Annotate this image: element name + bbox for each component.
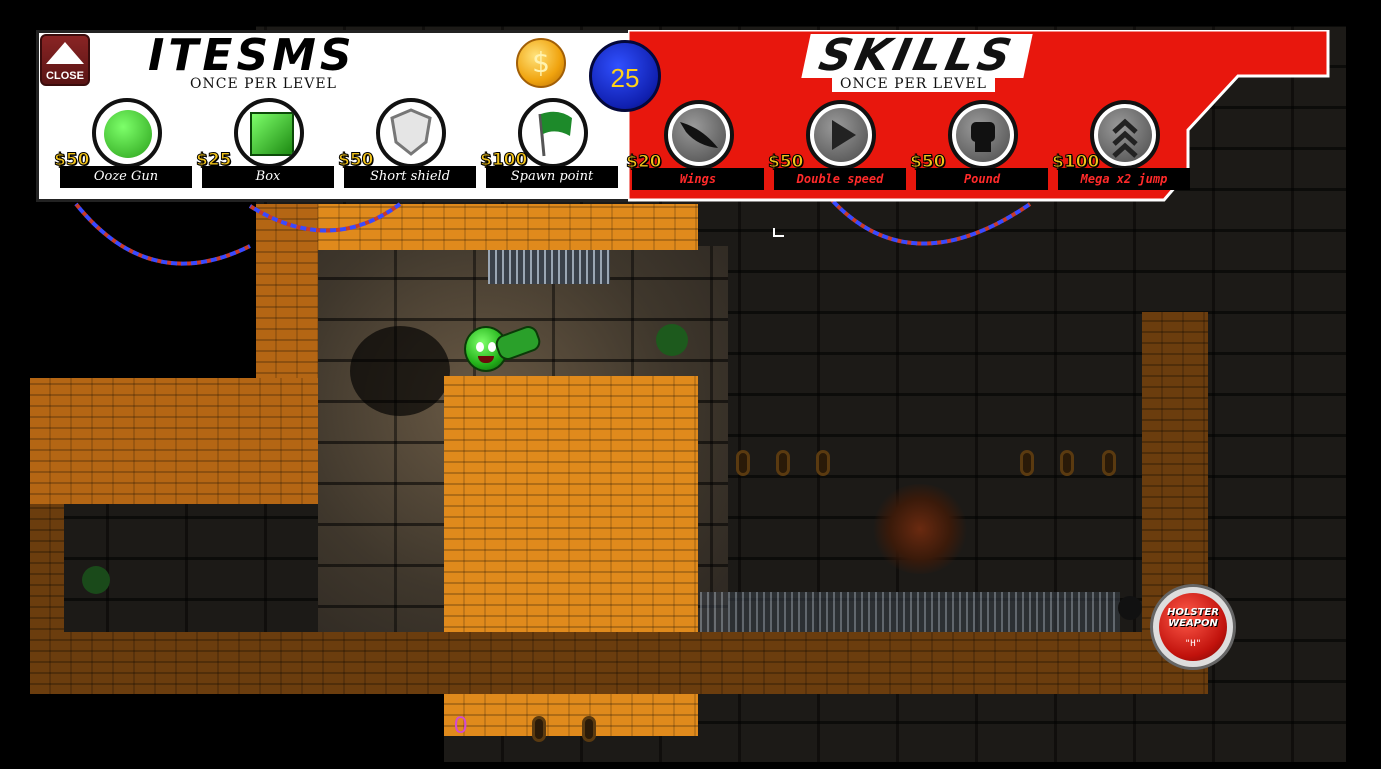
holster-label: HOLSTER WEAPON: [1167, 607, 1219, 629]
flag-icon: [518, 98, 588, 168]
coin-slot: [532, 716, 546, 742]
shop-item-short-shield[interactable]: Short shield $50: [338, 98, 484, 208]
enemy-splat-icon: [870, 484, 970, 574]
shop-skill-double-speed[interactable]: Double speed $50: [768, 100, 914, 210]
skills-subtitle: ONCE PER LEVEL: [832, 76, 995, 92]
close-label: CLOSE: [46, 70, 84, 82]
green-ooze-blob-icon: [82, 566, 110, 594]
shield-icon: [376, 98, 446, 168]
green-ooze-blob-icon: [656, 324, 688, 356]
cursor-icon: [773, 228, 784, 237]
skill-price: $50: [910, 152, 946, 173]
skill-price: $50: [768, 152, 804, 173]
coin-slot: [1102, 450, 1116, 476]
shadow-blob: [350, 326, 450, 416]
play-arrow-icon: [806, 100, 876, 170]
ooze-gun-icon: [92, 98, 162, 168]
left-ledge: [30, 378, 318, 504]
player-mouth-icon: [478, 356, 494, 363]
shop-skill-wings[interactable]: Wings $20: [626, 100, 772, 210]
coin-slot: [1060, 450, 1074, 476]
item-price: $25: [196, 150, 232, 171]
bottom-counter: 0: [454, 712, 468, 739]
item-price: $50: [54, 150, 90, 171]
coin-slot: [816, 450, 830, 476]
wing-icon: [664, 100, 734, 170]
game-frame: CLOSE ITESMS ONCE PER LEVEL SKILLS ONCE …: [0, 0, 1381, 769]
shop-item-box[interactable]: Box $25: [196, 98, 342, 208]
coin-count: 25: [610, 63, 640, 93]
items-title: ITESMS: [148, 30, 356, 81]
rope-icon: [74, 202, 251, 266]
skills-title: SKILLS: [801, 30, 1033, 81]
void-bottom-left: [30, 694, 444, 762]
fist-icon: [948, 100, 1018, 170]
floor-spikes: [700, 592, 1120, 632]
item-price: $100: [479, 150, 528, 171]
coin-slot: [582, 716, 596, 742]
bug-enemy-icon: [1118, 596, 1142, 620]
home-up-arrow-icon: [46, 42, 84, 64]
shop-panel: CLOSE ITESMS ONCE PER LEVEL SKILLS ONCE …: [36, 30, 1330, 202]
shop-item-spawn-point[interactable]: Spawn point $100: [479, 98, 626, 208]
skill-price: $100: [1051, 152, 1100, 173]
coin-slot: [736, 450, 750, 476]
dollar-sign-icon: $: [532, 46, 550, 79]
skill-price: $20: [626, 152, 662, 173]
shop-skill-mega-jump[interactable]: Mega x2 jump $100: [1051, 100, 1198, 210]
coin-slot: [1020, 450, 1034, 476]
close-button[interactable]: CLOSE: [40, 34, 90, 86]
holster-key-hint: "H": [1184, 639, 1202, 649]
double-chevron-up-icon: [1090, 100, 1160, 170]
floor: [30, 632, 1208, 694]
item-price: $50: [338, 150, 374, 171]
shop-item-ooze-gun[interactable]: Ooze Gun $50: [54, 98, 200, 208]
player-eye-icon: [476, 342, 484, 352]
holster-weapon-button[interactable]: HOLSTER WEAPON "H": [1150, 584, 1236, 670]
coin-slot: [776, 450, 790, 476]
items-subtitle: ONCE PER LEVEL: [190, 76, 337, 92]
coin-icon: $: [516, 38, 566, 88]
shop-skill-pound[interactable]: Pound $50: [910, 100, 1056, 210]
box-icon: [234, 98, 304, 168]
